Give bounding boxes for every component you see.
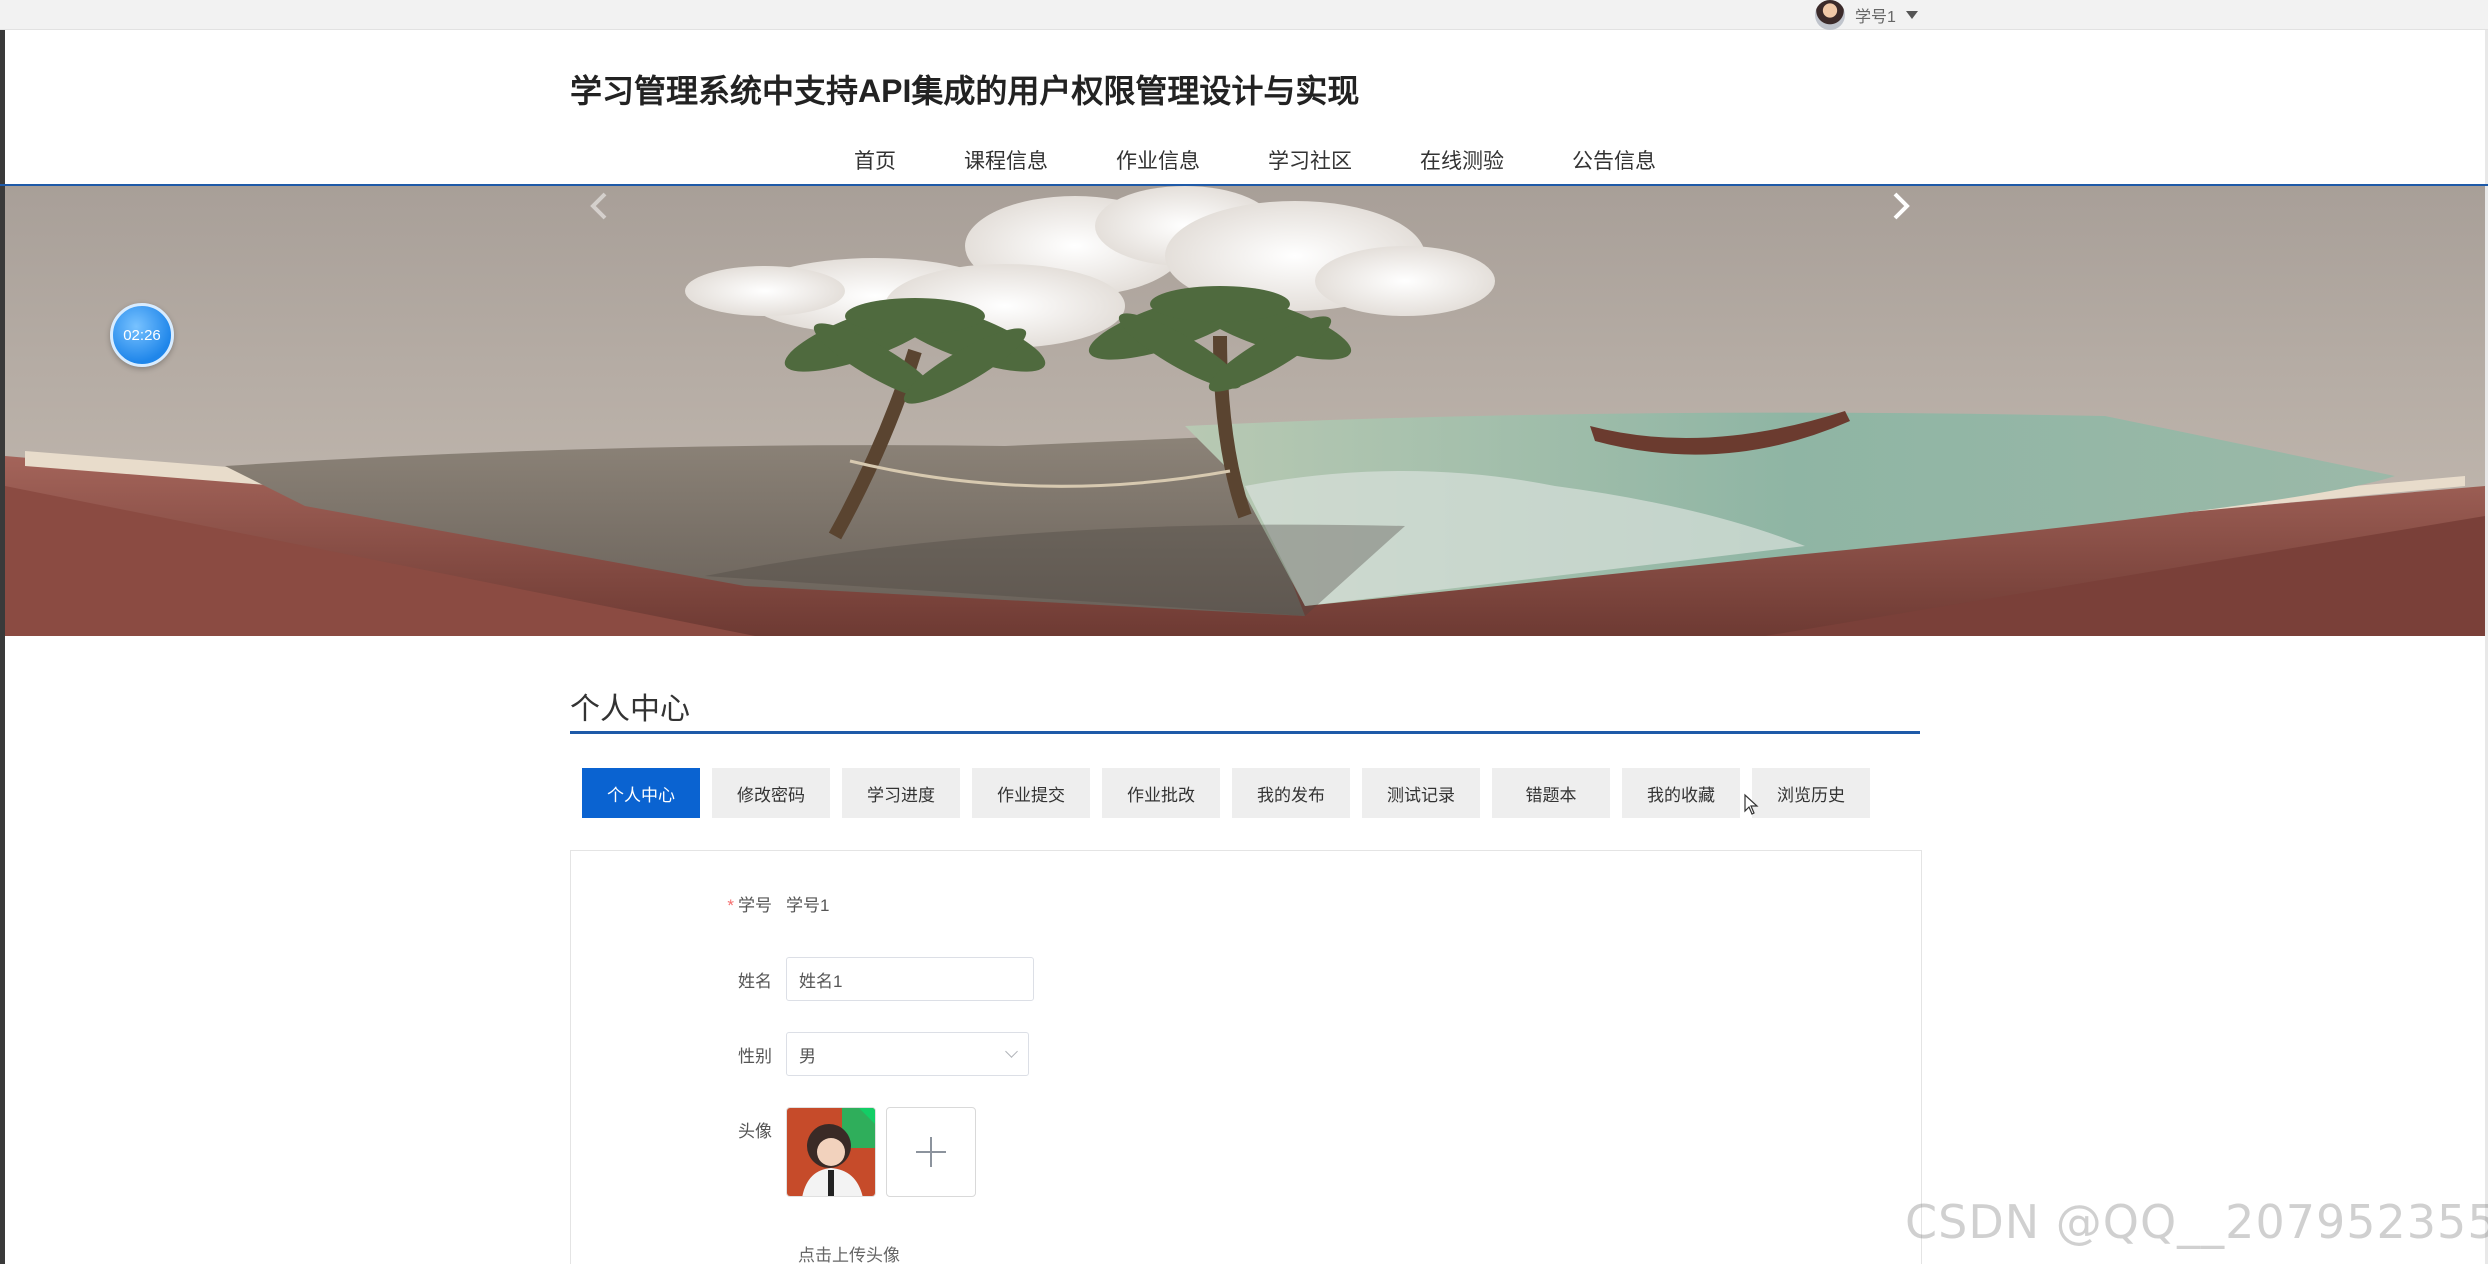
watermark-text: CSDN @QQ__2079523559 (1905, 1195, 2488, 1249)
name-label: 姓名 (738, 971, 772, 991)
banner-image (5, 186, 2485, 636)
carousel-prev-arrow-icon[interactable] (585, 186, 615, 226)
main-nav: 首页 课程信息 作业信息 学习社区 在线测验 公告信息 (0, 146, 2488, 186)
nav-item-announcements[interactable]: 公告信息 (1538, 146, 1690, 184)
form-row-student-id: * 学号 学号1 (571, 883, 829, 923)
nav-item-courses[interactable]: 课程信息 (930, 146, 1082, 184)
nav-item-assignments[interactable]: 作业信息 (1082, 146, 1234, 184)
profile-form: * 学号 学号1 姓名 姓名1 性别 男 头像 点击上传头像 (570, 850, 1922, 1264)
tab-change-password[interactable]: 修改密码 (712, 768, 830, 818)
gender-label: 性别 (738, 1046, 772, 1066)
tab-assignment-grading[interactable]: 作业批改 (1102, 768, 1220, 818)
user-name: 学号1 (1855, 9, 1896, 26)
name-input[interactable]: 姓名1 (786, 957, 1034, 1001)
gender-selected-value: 男 (799, 1046, 816, 1066)
student-id-value: 学号1 (786, 895, 830, 915)
carousel-next-arrow-icon[interactable] (1885, 186, 1915, 226)
tab-my-posts[interactable]: 我的发布 (1232, 768, 1350, 818)
tab-my-favorites[interactable]: 我的收藏 (1622, 768, 1740, 818)
tab-browse-history[interactable]: 浏览历史 (1752, 768, 1870, 818)
profile-tabs: 个人中心 修改密码 学习进度 作业提交 作业批改 我的发布 测试记录 错题本 我… (582, 768, 1870, 818)
top-user-bar: 学号1 (0, 0, 2488, 30)
tab-learning-progress[interactable]: 学习进度 (842, 768, 960, 818)
required-mark: * (727, 895, 734, 915)
mouse-pointer-icon (1744, 793, 1759, 815)
tab-personal-center[interactable]: 个人中心 (582, 768, 700, 818)
avatar-upload-button[interactable] (886, 1107, 976, 1197)
site-title: 学习管理系统中支持API集成的用户权限管理设计与实现 (570, 73, 1360, 109)
nav-item-home[interactable]: 首页 (820, 146, 930, 184)
nav-item-community[interactable]: 学习社区 (1234, 146, 1386, 184)
gender-select[interactable]: 男 (786, 1032, 1029, 1076)
user-avatar (1815, 0, 1845, 30)
tab-mistake-book[interactable]: 错题本 (1492, 768, 1610, 818)
avatar-upload-hint: 点击上传头像 (798, 1246, 900, 1264)
banner-carousel[interactable] (5, 186, 2485, 636)
form-row-gender: 性别 男 (571, 1032, 1029, 1076)
timer-badge[interactable]: 02:26 (110, 303, 174, 367)
section-title: 个人中心 (570, 693, 690, 726)
plus-icon (916, 1137, 946, 1167)
tab-assignment-submit[interactable]: 作业提交 (972, 768, 1090, 818)
caret-down-icon (1905, 11, 1918, 19)
chevron-down-icon (1005, 1044, 1018, 1058)
nav-item-online-quiz[interactable]: 在线测验 (1386, 146, 1538, 184)
form-row-avatar: 头像 (571, 1107, 976, 1197)
avatar-image (787, 1108, 875, 1196)
user-menu[interactable]: 学号1 (1815, 0, 1918, 30)
student-id-label: 学号 (738, 895, 772, 915)
avatar-preview[interactable] (786, 1107, 876, 1197)
form-row-name: 姓名 姓名1 (571, 957, 1034, 1001)
avatar-label: 头像 (738, 1122, 772, 1141)
tab-test-records[interactable]: 测试记录 (1362, 768, 1480, 818)
section-divider (570, 731, 1920, 734)
